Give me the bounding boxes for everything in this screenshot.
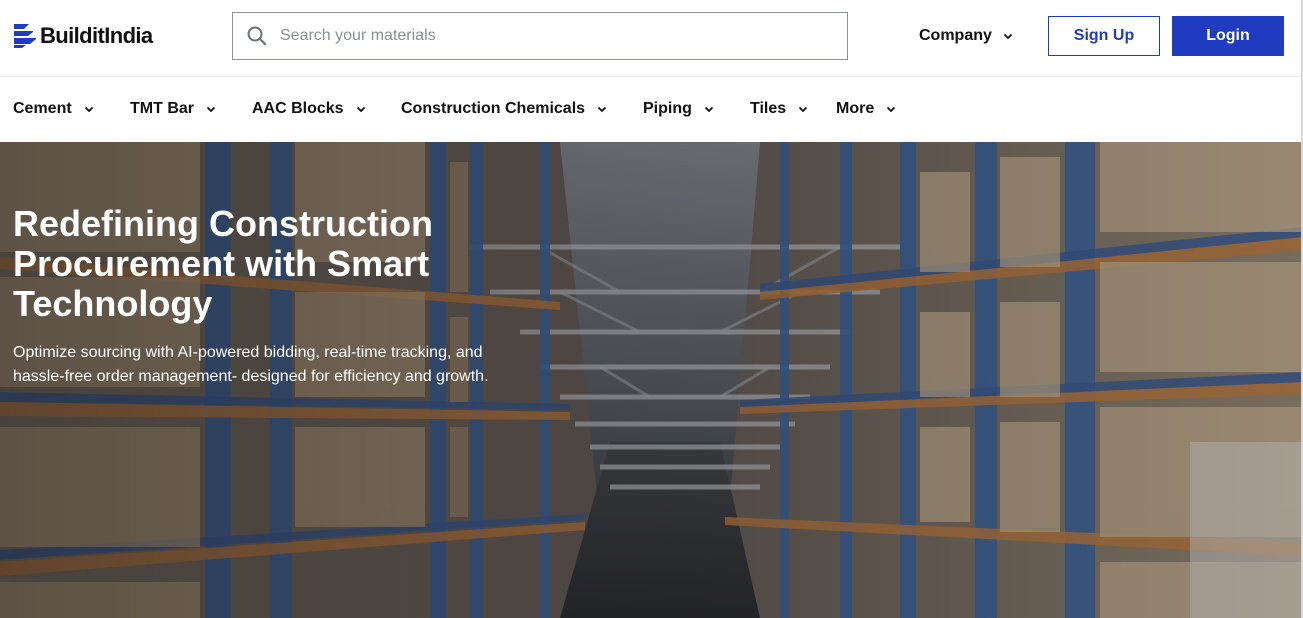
chevron-down-icon xyxy=(597,106,607,113)
search-icon xyxy=(247,26,267,46)
category-nav: Cement TMT Bar AAC Blocks Construction C… xyxy=(0,77,1303,142)
search-input[interactable] xyxy=(280,16,820,56)
sign-up-button[interactable]: Sign Up xyxy=(1048,16,1160,56)
chevron-down-icon xyxy=(799,106,808,113)
chevron-down-icon xyxy=(704,106,714,113)
category-label: TMT Bar xyxy=(130,100,194,117)
category-tmt-bar[interactable]: TMT Bar xyxy=(130,97,217,121)
category-label: Piping xyxy=(643,100,692,117)
category-cement[interactable]: Cement xyxy=(13,97,95,121)
category-label: Construction Chemicals xyxy=(401,100,586,117)
category-piping[interactable]: Piping xyxy=(643,97,715,121)
logo-mark-icon xyxy=(14,24,36,48)
category-label: More xyxy=(836,100,875,117)
company-label: Company xyxy=(919,27,992,44)
chevron-down-icon xyxy=(84,106,93,113)
category-label: AAC Blocks xyxy=(252,100,344,117)
category-tiles[interactable]: Tiles xyxy=(750,97,809,121)
category-label: Cement xyxy=(13,100,72,117)
chevron-down-icon xyxy=(1003,33,1013,40)
category-label: Tiles xyxy=(750,100,787,117)
top-header: BuilditIndia Company Sign Up Login xyxy=(0,0,1303,77)
chevron-down-icon xyxy=(887,106,896,113)
brand-logo[interactable]: BuilditIndia xyxy=(13,22,153,50)
login-button[interactable]: Login xyxy=(1172,16,1284,56)
logo-text: BuilditIndia xyxy=(40,23,153,48)
category-aac-blocks[interactable]: AAC Blocks xyxy=(252,97,367,121)
search-box[interactable] xyxy=(232,12,848,60)
hero-subtitle: Optimize sourcing with AI-powered biddin… xyxy=(13,344,489,385)
category-construction-chemicals[interactable]: Construction Chemicals xyxy=(401,97,608,121)
hero-title: Redefining Construction Procurement with… xyxy=(13,203,433,324)
category-more[interactable]: More xyxy=(836,97,897,121)
chevron-down-icon xyxy=(356,106,365,113)
chevron-down-icon xyxy=(206,106,216,113)
hero-banner: Redefining Construction Procurement with… xyxy=(0,142,1303,618)
company-menu[interactable]: Company xyxy=(919,24,1014,48)
